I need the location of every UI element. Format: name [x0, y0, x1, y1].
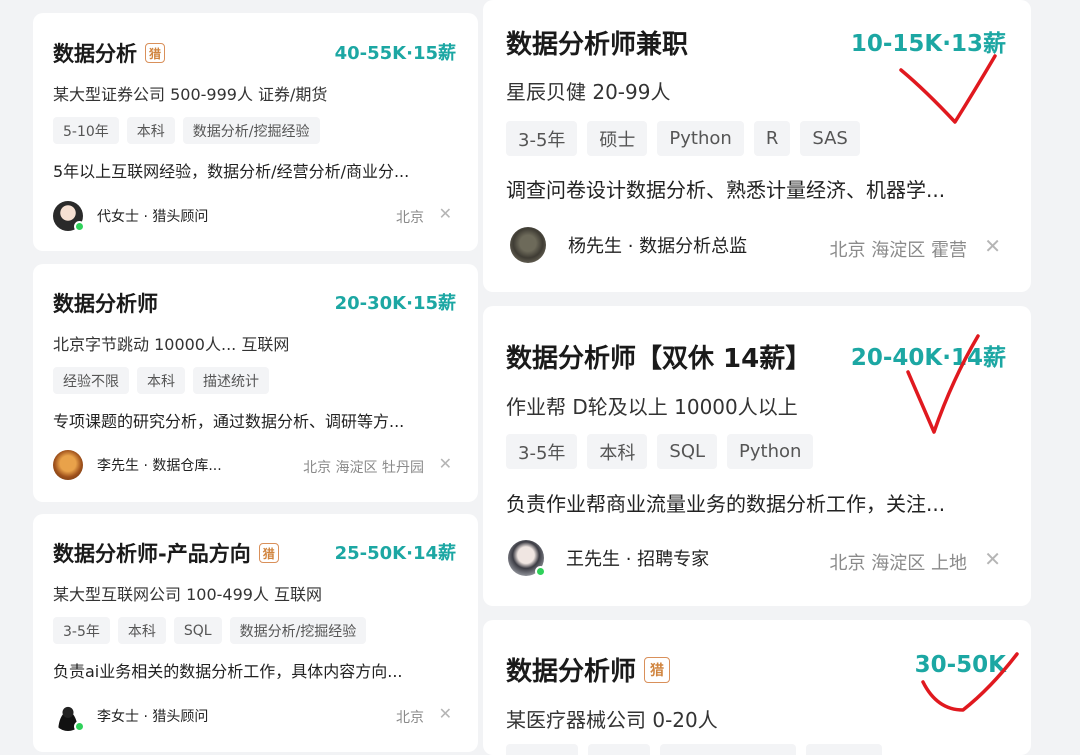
job-card[interactable]: 数据分析师 20-30K·15薪 北京字节跳动 10000人... 互联网 经验… — [33, 264, 478, 502]
job-location: 北京 海淀区 牡丹园 — [303, 460, 424, 476]
job-tag: 数据分析/挖掘经验 — [182, 117, 320, 144]
job-location: 北京 — [396, 210, 424, 226]
job-title: 数据分析 — [53, 42, 137, 66]
job-description: 调查问卷设计数据分析、熟悉计量经济、机器学... — [506, 178, 946, 202]
job-card[interactable]: 数据分析师【双休 14薪】 20-40K·14薪 作业帮 D轮及以上 10000… — [483, 306, 1031, 606]
job-tag: Python — [657, 121, 744, 156]
tag-list: 经验不限 本科 描述统计 — [53, 367, 277, 394]
tag-list: 3-5年 本科 SQL Python — [506, 434, 823, 469]
job-tag — [660, 744, 796, 755]
job-tag: SQL — [173, 617, 222, 644]
job-tag: 本科 — [137, 367, 185, 394]
tag-list: 5-10年 本科 数据分析/挖掘经验 — [53, 117, 328, 144]
job-tag — [588, 744, 650, 755]
job-tag: 数据分析/挖掘经验 — [229, 617, 367, 644]
company-info[interactable]: 某大型互联网公司 100-499人 互联网 — [53, 581, 322, 605]
job-salary: 25-50K·14薪 — [334, 543, 456, 564]
online-dot-icon — [74, 721, 85, 732]
avatar — [53, 201, 85, 232]
company-info[interactable]: 作业帮 D轮及以上 10000人以上 — [506, 391, 798, 420]
job-card[interactable]: 数据分析师 猎 30-50K 某医疗器械公司 0-20人 — [483, 620, 1031, 755]
job-description: 负责ai业务相关的数据分析工作，具体内容方向... — [53, 662, 403, 681]
job-title-row: 数据分析师【双休 14薪】 — [506, 338, 811, 375]
tag-list: 3-5年 本科 SQL 数据分析/挖掘经验 — [53, 617, 374, 644]
online-dot-icon — [535, 566, 546, 577]
hunter-badge-icon: 猎 — [258, 543, 279, 563]
job-tag: SAS — [800, 121, 860, 156]
job-tag: 3-5年 — [506, 121, 578, 156]
company-info[interactable]: 星辰贝健 20-99人 — [506, 76, 670, 105]
company-info[interactable]: 北京字节跳动 10000人... 互联网 — [53, 331, 289, 355]
job-tag: 经验不限 — [53, 367, 129, 394]
job-title-row: 数据分析师兼职 — [506, 24, 688, 61]
job-location: 北京 海淀区 霍营 — [829, 240, 967, 261]
job-salary: 30-50K — [914, 652, 1006, 678]
job-tag: 硕士 — [587, 121, 648, 156]
close-icon[interactable]: ✕ — [439, 204, 452, 223]
job-tag — [506, 744, 578, 755]
avatar — [53, 701, 85, 732]
close-icon[interactable]: ✕ — [984, 234, 1001, 258]
job-tag: Python — [727, 434, 814, 469]
recruiter-name: 李女士 · 猎头顾问 — [97, 709, 209, 725]
recruiter-name: 李先生 · 数据仓库... — [97, 458, 222, 474]
job-tag: 本科 — [117, 617, 166, 644]
job-tag: 3-5年 — [506, 434, 578, 469]
recruiter-info[interactable]: 李女士 · 猎头顾问 — [53, 701, 209, 732]
company-info[interactable]: 某大型证券公司 500-999人 证券/期货 — [53, 81, 327, 105]
recruiter-name: 代女士 · 猎头顾问 — [97, 209, 209, 225]
tag-list: 3-5年 硕士 Python R SAS — [506, 121, 870, 156]
recruiter-info[interactable]: 杨先生 · 数据分析总监 — [510, 227, 747, 263]
recruiter-info[interactable]: 李先生 · 数据仓库... — [53, 450, 222, 480]
job-card[interactable]: 数据分析 猎 40-55K·15薪 某大型证券公司 500-999人 证券/期货… — [33, 13, 478, 251]
job-description: 专项课题的研究分析，通过数据分析、调研等方... — [53, 412, 405, 431]
job-title: 数据分析师 — [53, 292, 158, 316]
job-salary: 20-40K·14薪 — [850, 345, 1006, 371]
tag-list — [506, 744, 892, 755]
avatar — [510, 227, 546, 263]
hunter-badge-icon: 猎 — [644, 656, 671, 683]
close-icon[interactable]: ✕ — [984, 547, 1001, 571]
company-info[interactable]: 某医疗器械公司 0-20人 — [506, 704, 718, 733]
job-title-row: 数据分析师-产品方向 猎 — [53, 538, 279, 568]
online-dot-icon — [74, 221, 85, 232]
recruiter-info[interactable]: 代女士 · 猎头顾问 — [53, 201, 209, 232]
avatar — [53, 450, 83, 480]
close-icon[interactable]: ✕ — [439, 454, 452, 473]
job-card[interactable]: 数据分析师兼职 10-15K·13薪 星辰贝健 20-99人 3-5年 硕士 P… — [483, 0, 1031, 292]
job-tag: 本科 — [587, 434, 648, 469]
job-salary: 40-55K·15薪 — [334, 43, 456, 64]
job-title-row: 数据分析 猎 — [53, 38, 165, 68]
hunter-badge-icon: 猎 — [145, 43, 165, 63]
recruiter-info[interactable]: 王先生 · 招聘专家 — [508, 540, 710, 577]
job-description: 5年以上互联网经验，数据分析/经营分析/商业分... — [53, 162, 410, 181]
job-tag — [806, 744, 882, 755]
job-description: 负责作业帮商业流量业务的数据分析工作，关注... — [506, 492, 946, 516]
job-tag: 描述统计 — [193, 367, 269, 394]
job-tag: 5-10年 — [53, 117, 119, 144]
job-tag: R — [753, 121, 791, 156]
job-location: 北京 海淀区 上地 — [829, 553, 967, 574]
job-tag: SQL — [657, 434, 718, 469]
job-tag: 3-5年 — [53, 617, 110, 644]
job-title: 数据分析师-产品方向 — [53, 542, 251, 566]
job-title: 数据分析师【双休 14薪】 — [506, 344, 812, 374]
job-salary: 10-15K·13薪 — [850, 31, 1006, 57]
job-title: 数据分析师 — [506, 657, 637, 687]
recruiter-name: 杨先生 · 数据分析总监 — [568, 236, 748, 257]
job-tag: 本科 — [126, 117, 175, 144]
job-location: 北京 — [396, 710, 424, 726]
job-title: 数据分析师兼职 — [506, 30, 689, 60]
job-card[interactable]: 数据分析师-产品方向 猎 25-50K·14薪 某大型互联网公司 100-499… — [33, 514, 478, 752]
job-salary: 20-30K·15薪 — [334, 293, 456, 314]
job-title-row: 数据分析师 猎 — [506, 651, 671, 688]
recruiter-name: 王先生 · 招聘专家 — [566, 549, 710, 570]
avatar — [508, 540, 546, 577]
job-title-row: 数据分析师 — [53, 288, 158, 318]
close-icon[interactable]: ✕ — [439, 704, 452, 723]
